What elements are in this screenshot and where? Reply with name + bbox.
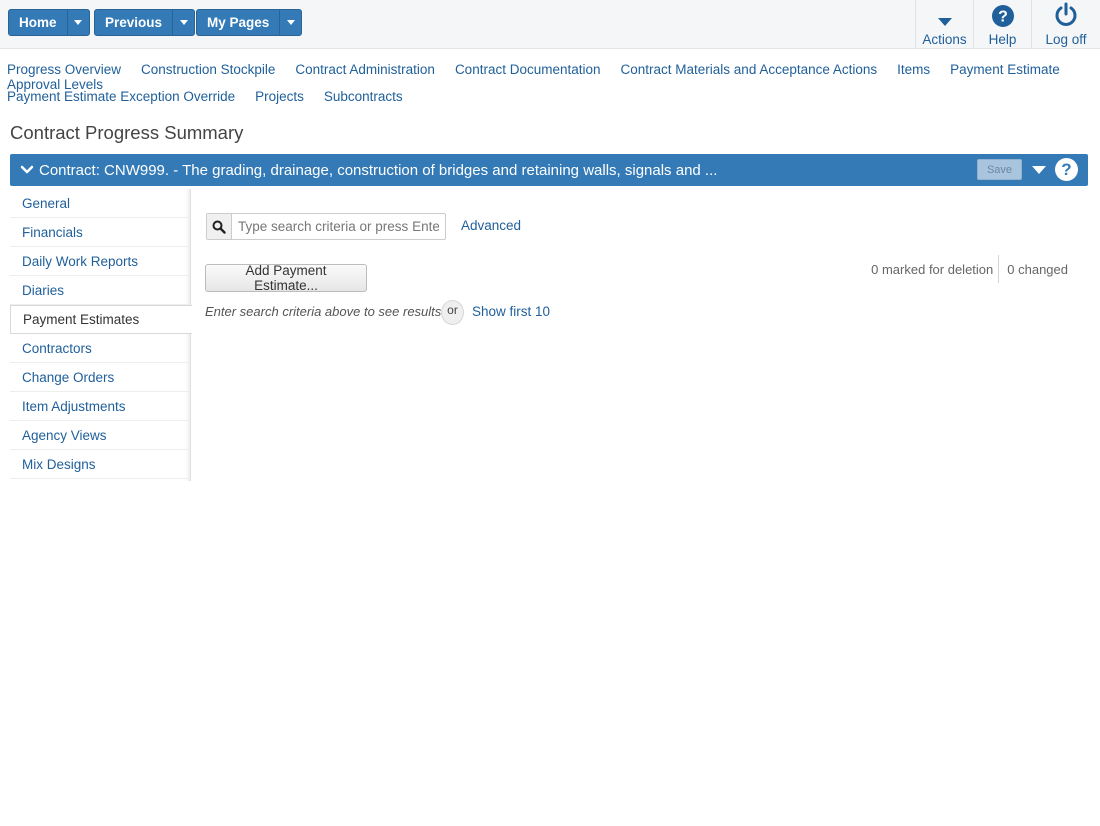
link-construction-stockpile[interactable]: Construction Stockpile <box>141 62 275 77</box>
sidebar-item-agency-views[interactable]: Agency Views <box>10 421 190 450</box>
previous-button-group: Previous <box>94 9 196 36</box>
sidebar-item-mix-designs[interactable]: Mix Designs <box>10 450 190 479</box>
home-dropdown-toggle[interactable] <box>66 10 89 35</box>
contract-header: Contract: CNW999. - The grading, drainag… <box>10 154 1088 186</box>
advanced-search-link[interactable]: Advanced <box>461 218 521 233</box>
svg-text:?: ? <box>998 9 1008 26</box>
help-icon: ? <box>991 0 1015 28</box>
actions-label: Actions <box>922 32 967 47</box>
chevron-down-icon <box>74 20 83 25</box>
save-button[interactable]: Save <box>977 159 1022 180</box>
actions-menu[interactable]: Actions <box>915 0 973 49</box>
chevron-down-icon <box>179 20 188 25</box>
home-button[interactable]: Home <box>9 10 67 35</box>
sidebar-item-daily-work-reports[interactable]: Daily Work Reports <box>10 247 190 276</box>
power-icon <box>1054 0 1078 28</box>
chevron-down-icon <box>286 20 295 25</box>
show-first-10-link[interactable]: Show first 10 <box>472 304 550 319</box>
my-pages-button-group: My Pages <box>196 9 303 36</box>
link-contract-administration[interactable]: Contract Administration <box>295 62 435 77</box>
top-toolbar: Home Previous My Pages Actions ? Help Lo… <box>0 0 1100 49</box>
quick-links-row-2: Payment Estimate Exception Override Proje… <box>7 89 423 104</box>
sidebar-item-diaries[interactable]: Diaries <box>10 276 190 305</box>
caret-down-icon[interactable] <box>1032 166 1046 174</box>
sidebar-item-financials[interactable]: Financials <box>10 218 190 247</box>
sidebar-item-change-orders[interactable]: Change Orders <box>10 363 190 392</box>
help-button[interactable]: ? Help <box>973 0 1031 49</box>
sidebar-item-general[interactable]: General <box>10 189 190 218</box>
marked-for-deletion-count: 0 marked for deletion <box>871 255 1000 283</box>
add-payment-estimate-button[interactable]: Add Payment Estimate... <box>205 263 367 293</box>
link-contract-documentation[interactable]: Contract Documentation <box>455 62 601 77</box>
sidebar-item-item-adjustments[interactable]: Item Adjustments <box>10 392 190 421</box>
changed-count: 0 changed <box>1007 261 1068 277</box>
my-pages-dropdown-toggle[interactable] <box>279 10 301 35</box>
help-icon[interactable]: ? <box>1055 158 1078 181</box>
contract-title: Contract: CNW999. - The grading, drainag… <box>39 161 718 179</box>
link-contract-materials[interactable]: Contract Materials and Acceptance Action… <box>621 62 878 77</box>
change-counts: 0 marked for deletion 0 changed <box>871 255 1068 283</box>
my-pages-button[interactable]: My Pages <box>197 10 279 35</box>
sidebar-item-contractors[interactable]: Contractors <box>10 334 190 363</box>
help-label: Help <box>988 32 1017 47</box>
or-badge: or <box>441 300 464 325</box>
search-input[interactable] <box>232 214 445 239</box>
chevron-down-icon[interactable] <box>20 165 34 175</box>
caret-down-icon <box>937 0 953 28</box>
previous-dropdown-toggle[interactable] <box>172 10 194 35</box>
log-off-button[interactable]: Log off <box>1031 0 1100 49</box>
link-payment-estimate-exception-override[interactable]: Payment Estimate Exception Override <box>7 89 235 104</box>
previous-button[interactable]: Previous <box>95 10 172 35</box>
search-box <box>206 213 446 240</box>
link-progress-overview[interactable]: Progress Overview <box>7 62 121 77</box>
sidebar-item-payment-estimates[interactable]: Payment Estimates <box>10 305 192 334</box>
link-subcontracts[interactable]: Subcontracts <box>324 89 403 104</box>
log-off-label: Log off <box>1045 32 1087 47</box>
search-icon[interactable] <box>207 214 232 239</box>
search-hint: Enter search criteria above to see resul… <box>205 304 442 319</box>
contract-sidebar: General Financials Daily Work Reports Di… <box>10 189 192 481</box>
link-items[interactable]: Items <box>897 62 930 77</box>
link-projects[interactable]: Projects <box>255 89 304 104</box>
home-button-group: Home <box>8 9 90 36</box>
quick-links-row-1: Progress Overview Construction Stockpile C… <box>7 62 1100 92</box>
page-title: Contract Progress Summary <box>10 122 244 143</box>
